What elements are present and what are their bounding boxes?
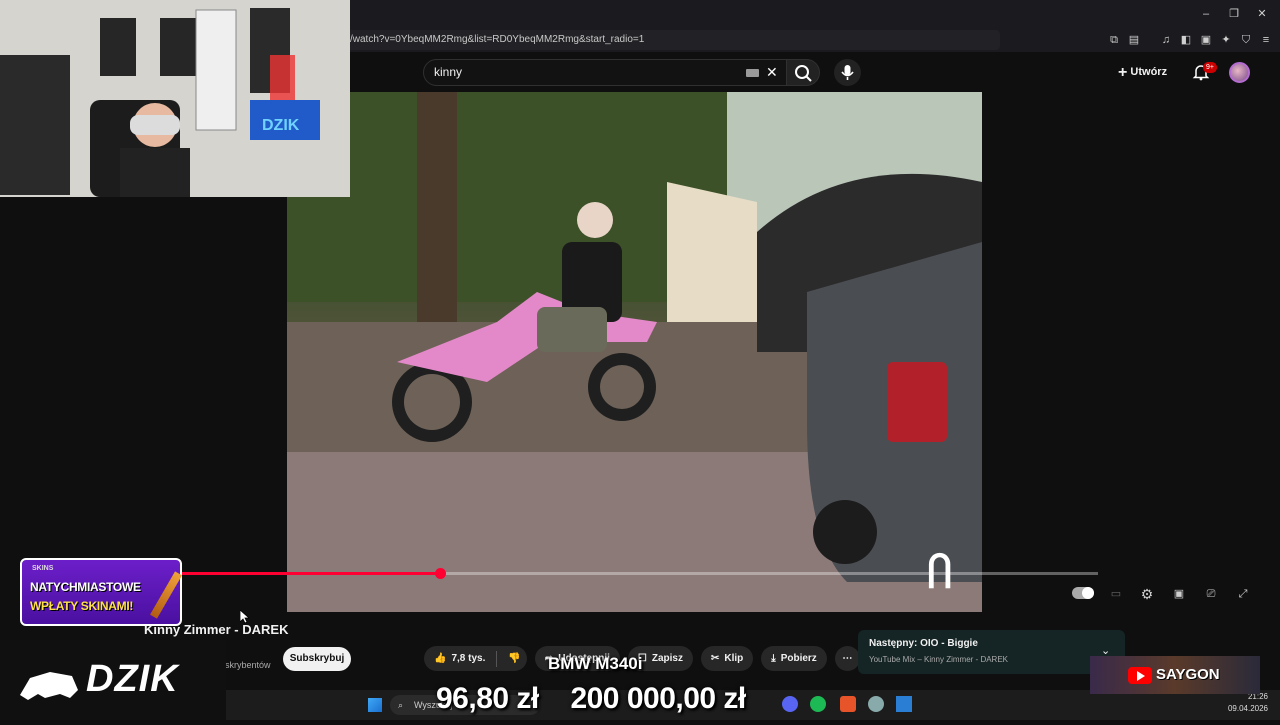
wallet-icon[interactable]: ▣ — [1198, 32, 1214, 48]
autoplay-knob — [1082, 587, 1094, 599]
windows-taskbar: ⌕ Wyszukaj 21:26 09.04.2026 — [226, 690, 1280, 720]
search-button[interactable] — [786, 59, 820, 86]
video-frame: Ⴖ — [287, 92, 982, 612]
like-divider — [496, 650, 498, 667]
promo-banner: SKINS NATYCHMIASTOWE WPŁATY SKINAMI! — [20, 558, 182, 626]
reader-icon[interactable]: ▤ — [1126, 32, 1142, 48]
knife-icon — [150, 571, 182, 619]
search-input[interactable]: kinny ✕ — [423, 59, 788, 86]
webcam-overlay: DZIK — [0, 0, 350, 197]
download-button[interactable]: ⤓ Pobierz — [761, 646, 827, 671]
webcam-neon-sign: DZIK — [262, 117, 300, 134]
cast-icon[interactable]: ⎚ — [1203, 586, 1219, 602]
dzik-wordmark: DZIK — [86, 658, 179, 700]
subtitles-icon[interactable]: ▭ — [1108, 586, 1124, 602]
settings-icon[interactable]: ⚙ — [1139, 586, 1155, 602]
donation-goal-amounts: 96,80 zł 200 000,00 zł — [436, 682, 746, 716]
extensions-icon[interactable]: ⧉ — [1106, 32, 1122, 48]
settings-taskbar-icon[interactable] — [868, 696, 884, 712]
app-taskbar-icon[interactable] — [896, 696, 912, 712]
music-icon[interactable]: ♫ — [1158, 32, 1174, 48]
close-icon[interactable]: ✕ — [1254, 6, 1270, 22]
donation-current: 96,80 zł — [436, 682, 539, 715]
thumbs-down-icon[interactable]: 👎 — [508, 646, 520, 671]
channel-badge: SAYGON — [1090, 656, 1260, 694]
menu-icon[interactable]: ≡ — [1258, 32, 1274, 48]
webcam-scene: DZIK — [0, 0, 350, 197]
up-next-card[interactable]: Następny: OIO - Biggie YouTube Mix – Kin… — [858, 630, 1125, 674]
clear-search-icon[interactable]: ✕ — [766, 60, 778, 85]
like-button[interactable]: 👍 7,8 tys. 👎 — [424, 646, 527, 671]
keyboard-icon[interactable] — [746, 69, 759, 77]
microphone-icon — [841, 65, 854, 80]
channel-badge-text: SAYGON — [1156, 666, 1220, 683]
vpn-icon[interactable]: ⛉ — [1238, 32, 1254, 48]
avatar[interactable] — [1229, 62, 1250, 83]
brave-taskbar-icon[interactable] — [840, 696, 856, 712]
more-actions-button[interactable]: ⋯ — [834, 646, 860, 671]
minimize-icon[interactable]: – — [1198, 6, 1214, 22]
donation-goal: 200 000,00 zł — [570, 682, 746, 715]
subscribe-button[interactable]: Subskrybuj — [283, 647, 351, 671]
address-bar[interactable]: /watch?v=0YbeqMM2Rmg&list=RD0YbeqMM2Rmg&… — [340, 30, 1000, 50]
windows-start-icon[interactable] — [368, 698, 382, 712]
download-label: Pobierz — [780, 653, 817, 664]
promo-brand: SKINS — [32, 565, 54, 572]
like-count: 7,8 tys. — [451, 653, 486, 664]
fullscreen-icon[interactable]: ⤢ — [1235, 586, 1251, 602]
mouse-cursor-icon — [240, 610, 250, 624]
clip-button[interactable]: ✂ Klip — [700, 646, 754, 671]
discord-icon[interactable] — [782, 696, 798, 712]
play-icon — [1137, 671, 1145, 681]
spotify-icon[interactable] — [810, 696, 826, 712]
promo-line1: NATYCHMIASTOWE — [30, 580, 141, 594]
notifications-badge: 9+ — [1203, 62, 1217, 73]
taskbar-search-icon: ⌕ — [398, 700, 404, 710]
up-next-subtitle: YouTube Mix – Kinny Zimmer - DAREK — [869, 655, 1009, 664]
voice-search-button[interactable] — [834, 59, 861, 86]
clip-label: Klip — [724, 653, 744, 664]
video-player[interactable]: Ⴖ — [287, 92, 982, 612]
create-label: Utwórz — [1130, 66, 1168, 78]
autoplay-toggle[interactable] — [1072, 587, 1094, 599]
save-label: Zapisz — [651, 653, 683, 664]
scissors-icon: ✂ — [710, 653, 720, 664]
up-next-heading: Następny: OIO - Biggie — [869, 638, 978, 649]
search-icon — [795, 65, 812, 82]
sidebar-icon[interactable]: ◧ — [1178, 32, 1194, 48]
donation-goal-label: BMW M340i — [548, 654, 643, 673]
promo-line2: WPŁATY SKINAMI! — [30, 599, 134, 613]
clock-date: 09.04.2026 — [1227, 704, 1268, 713]
download-icon: ⤓ — [771, 653, 776, 664]
ai-icon[interactable]: ✦ — [1218, 32, 1234, 48]
miniplayer-icon[interactable]: ▣ — [1171, 586, 1187, 602]
dzik-logo: DZIK — [0, 640, 226, 720]
plus-icon: + — [1118, 64, 1128, 81]
search-value: kinny — [434, 65, 463, 79]
thumbs-up-icon: 👍 — [434, 653, 447, 664]
more-dots-icon: ⋯ — [842, 653, 853, 664]
subscriber-count: skrybentów — [225, 660, 271, 670]
create-button[interactable]: + Utwórz — [1118, 62, 1178, 82]
restore-icon[interactable]: ❐ — [1226, 6, 1242, 22]
